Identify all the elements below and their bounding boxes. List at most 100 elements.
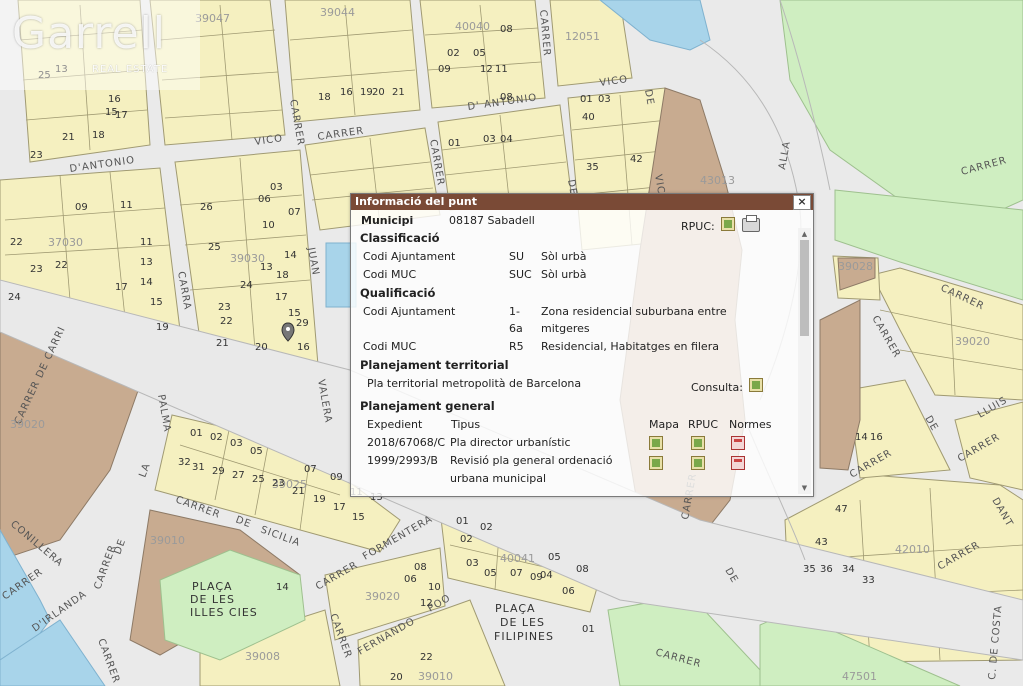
row-1-mapa-icon[interactable] xyxy=(649,436,663,450)
plot-number: 07 xyxy=(510,568,523,579)
plot-number: 40 xyxy=(582,112,595,123)
plot-number: 19 xyxy=(360,87,373,98)
block-code: 40040 xyxy=(455,20,490,33)
classificacio-ajuntament-desc: Sòl urbà xyxy=(541,250,587,263)
block-code: 43013 xyxy=(700,174,735,187)
plot-number: 35 xyxy=(803,564,816,575)
place-label: DE LES xyxy=(500,616,545,629)
plot-number: 08 xyxy=(500,24,513,35)
qualificacio-ajuntament-desc: Zona residencial suburbana entre xyxy=(541,305,727,318)
scroll-thumb[interactable] xyxy=(800,240,809,336)
plot-number: 02 xyxy=(460,534,473,545)
point-info-popup[interactable]: Informació del punt × Municipi 08187 Sab… xyxy=(350,193,814,497)
plot-number: 09 xyxy=(530,572,543,583)
plot-number: 08 xyxy=(500,92,513,103)
plot-number: 11 xyxy=(120,200,133,211)
plot-number: 05 xyxy=(473,48,486,59)
block-code: 39020 xyxy=(365,590,400,603)
plot-number: 03 xyxy=(230,438,243,449)
plot-number: 17 xyxy=(115,282,128,293)
plot-number: 16 xyxy=(297,342,310,353)
plot-number: 06 xyxy=(562,586,575,597)
plot-number: 19 xyxy=(156,322,169,333)
plot-number: 06 xyxy=(258,194,271,205)
plot-number: 15 xyxy=(352,512,365,523)
plot-number: 01 xyxy=(580,94,593,105)
qualificacio-muc-code: R5 xyxy=(509,340,524,353)
plot-number: 35 xyxy=(586,162,599,173)
consulta-document-icon[interactable] xyxy=(749,378,763,392)
plot-number: 15 xyxy=(150,297,163,308)
plot-number: 24 xyxy=(8,292,21,303)
row-2-tipus-2: urbana municipal xyxy=(450,472,547,485)
plot-number: 05 xyxy=(548,552,561,563)
plot-number: 27 xyxy=(232,470,245,481)
block-code: 39010 xyxy=(150,534,185,547)
facility-area[interactable] xyxy=(819,299,861,471)
row-1-normes-icon[interactable] xyxy=(731,436,745,450)
scroll-down-arrow-icon[interactable]: ▼ xyxy=(798,482,811,494)
row-2-normes-icon[interactable] xyxy=(731,456,745,470)
block-code: 12051 xyxy=(565,30,600,43)
header-expedient: Expedient xyxy=(367,418,423,431)
qualificacio-ajuntament-code-2: 6a xyxy=(509,322,523,335)
close-icon[interactable]: × xyxy=(793,195,811,210)
plot-number: 31 xyxy=(192,462,205,473)
plot-number: 47 xyxy=(835,504,848,515)
plot-number: 10 xyxy=(428,582,441,593)
plot-number: 10 xyxy=(262,220,275,231)
plot-number: 25 xyxy=(208,242,221,253)
row-2-mapa-icon[interactable] xyxy=(649,456,663,470)
plot-number: 16 xyxy=(340,87,353,98)
planejament-territorial-value: Pla territorial metropolità de Barcelona xyxy=(367,377,582,390)
print-icon[interactable] xyxy=(742,215,760,232)
scroll-up-arrow-icon[interactable]: ▲ xyxy=(798,228,811,240)
classificacio-ajuntament-label: Codi Ajuntament xyxy=(363,250,456,263)
plot-number: 43 xyxy=(815,537,828,548)
popup-header[interactable]: Informació del punt × xyxy=(351,194,813,210)
plot-number: 03 xyxy=(598,94,611,105)
header-normes: Normes xyxy=(729,418,772,431)
plot-number: 02 xyxy=(447,48,460,59)
rpuc-document-icon[interactable] xyxy=(721,217,735,231)
plot-number: 01 xyxy=(448,138,461,149)
watermark-logo: Garrell REAL ESTATE xyxy=(0,0,200,90)
plot-number: 33 xyxy=(862,575,875,586)
plot-number: 19 xyxy=(313,494,326,505)
block-code: 39047 xyxy=(195,12,230,25)
row-2-expedient: 1999/2993/B xyxy=(367,454,438,467)
rpuc-label: RPUC: xyxy=(681,220,715,233)
plot-number: 23 xyxy=(272,478,285,489)
plot-number: 03 xyxy=(466,558,479,569)
plot-number: 14 xyxy=(276,582,289,593)
plot-number: 09 xyxy=(330,472,343,483)
planejament-general-title: Planejament general xyxy=(360,399,495,413)
row-1-rpuc-icon[interactable] xyxy=(691,436,705,450)
row-2-rpuc-icon[interactable] xyxy=(691,456,705,470)
place-label: DE LES xyxy=(190,593,235,606)
watermark-subtitle: REAL ESTATE xyxy=(92,64,169,75)
plot-number: 03 xyxy=(483,134,496,145)
plot-number: 08 xyxy=(576,564,589,575)
row-1-tipus: Pla director urbanístic xyxy=(450,436,571,449)
qualificacio-ajuntament-code: 1- xyxy=(509,305,520,318)
popup-scrollbar[interactable]: ▲ ▼ xyxy=(798,228,811,494)
place-label: PLAÇA xyxy=(495,602,536,615)
qualificacio-ajuntament-desc-2: mitgeres xyxy=(541,322,590,335)
block-code: 39008 xyxy=(245,650,280,663)
plot-number: 21 xyxy=(216,338,229,349)
block-code: 39020 xyxy=(955,335,990,348)
plot-number: 09 xyxy=(438,64,451,75)
classificacio-title: Classificació xyxy=(360,231,440,245)
watermark-name: Garrell xyxy=(12,8,167,59)
plot-number: 24 xyxy=(240,280,253,291)
plot-number: 21 xyxy=(392,87,405,98)
plot-number: 32 xyxy=(178,457,191,468)
block-code: 39044 xyxy=(320,6,355,19)
block-code: 39028 xyxy=(838,260,873,273)
place-label: PLAÇA xyxy=(192,580,233,593)
plot-number: 21 xyxy=(292,486,305,497)
plot-number: 20 xyxy=(255,342,268,353)
plot-number: 23 xyxy=(30,264,43,275)
qualificacio-ajuntament-label: Codi Ajuntament xyxy=(363,305,456,318)
